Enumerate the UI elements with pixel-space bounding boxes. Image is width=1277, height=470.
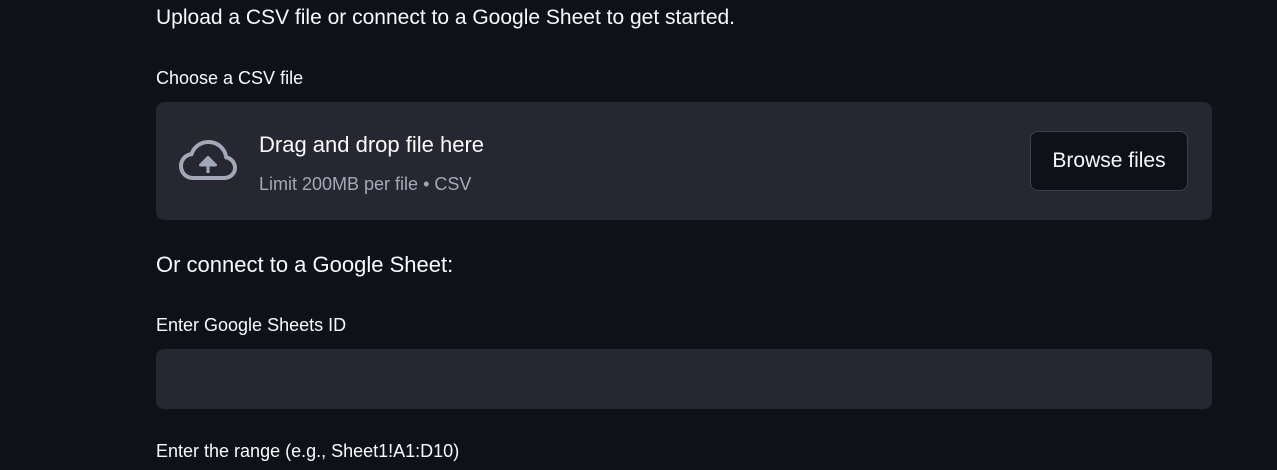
file-dropzone[interactable]: Drag and drop file here Limit 200MB per …: [156, 102, 1212, 220]
dropzone-limit-text: Limit 200MB per file • CSV: [259, 174, 472, 194]
sheet-id-input[interactable]: [156, 349, 1212, 409]
sheet-id-label: Enter Google Sheets ID: [156, 315, 347, 335]
dropzone-title: Drag and drop file here: [259, 132, 485, 157]
csv-uploader-label: Choose a CSV file: [156, 68, 304, 88]
range-label: Enter the range (e.g., Sheet1!A1:D10): [156, 441, 460, 461]
google-sheet-heading: Or connect to a Google Sheet:: [156, 252, 454, 277]
intro-text: Upload a CSV file or connect to a Google…: [156, 6, 736, 29]
browse-files-button[interactable]: Browse files: [1030, 131, 1188, 191]
cloud-upload-icon: [179, 140, 237, 180]
